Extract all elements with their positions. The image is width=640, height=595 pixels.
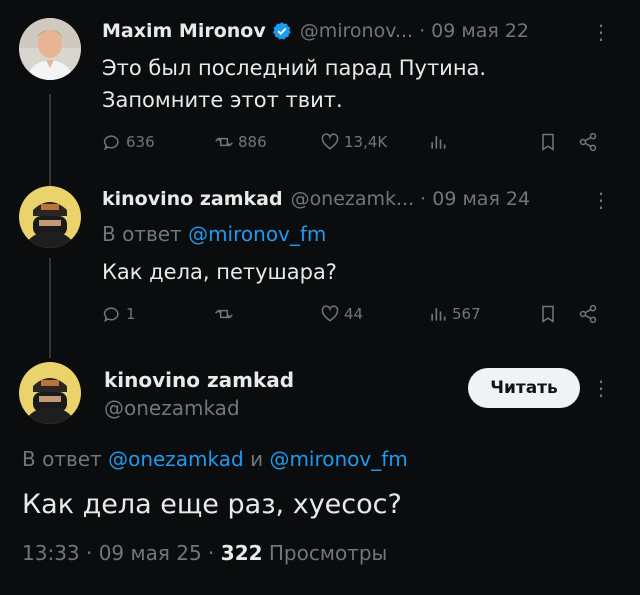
tweet-meta: 13:33 · 09 мая 25 · 322 Просмотры <box>22 541 387 565</box>
read-button[interactable]: Читать <box>468 368 580 408</box>
reply-context: В ответ @onezamkad и @mironov_fm <box>22 447 408 471</box>
views-count: 567 <box>452 305 481 323</box>
retweet-count: 886 <box>238 133 267 151</box>
share-button[interactable] <box>578 132 602 152</box>
avatar[interactable] <box>19 362 81 424</box>
views-count: 322 <box>220 541 263 565</box>
share-button[interactable] <box>578 304 602 324</box>
author-name[interactable]: kinovino zamkad <box>104 368 294 392</box>
reply-prefix: В ответ <box>22 447 102 471</box>
reply-icon <box>103 307 119 323</box>
share-icon <box>579 304 597 324</box>
views-icon <box>431 308 446 321</box>
reply-handle-link[interactable]: @onezamkad <box>108 447 244 471</box>
reply-button[interactable]: 1 <box>102 304 136 324</box>
tweet-text-line: Запомните этот твит. <box>102 88 343 112</box>
like-count: 44 <box>344 305 364 323</box>
tweet-date[interactable]: · 09 мая 24 <box>420 188 530 210</box>
bookmark-button[interactable] <box>538 304 562 324</box>
reply-count: 1 <box>126 305 136 323</box>
reply-handle-link[interactable]: @mironov_fm <box>188 222 326 246</box>
bookmark-button[interactable] <box>538 132 562 152</box>
tweet-text: Это был последний парад Путина. Запомнит… <box>102 52 486 116</box>
like-button[interactable]: 13,4K <box>320 132 387 152</box>
author-handle[interactable]: @onezamk... <box>291 188 415 210</box>
reply-context: В ответ @mironov_fm <box>102 218 326 250</box>
bookmark-icon <box>542 133 554 151</box>
like-count: 13,4K <box>344 133 388 151</box>
tweet[interactable]: Maxim Mironov @mironov... · 09 мая 22 ⋮ … <box>0 18 640 168</box>
author-name[interactable]: Maxim Mironov <box>102 20 266 42</box>
reply-conjunction: и <box>250 447 264 471</box>
author-handle[interactable]: @mironov... <box>300 20 413 42</box>
share-icon <box>579 132 597 152</box>
verified-icon <box>272 22 291 40</box>
reply-button[interactable]: 636 <box>102 132 155 152</box>
reply-count: 636 <box>126 133 155 151</box>
tweet-text-line: Это был последний парад Путина. <box>102 56 487 80</box>
like-icon <box>321 133 339 150</box>
avatar[interactable] <box>19 18 81 80</box>
views-icon <box>431 136 446 149</box>
more-icon[interactable]: ⋮ <box>591 20 611 44</box>
action-bar: 636 886 13,4K <box>102 132 612 158</box>
tweet[interactable]: kinovino zamkad @onezamk... · 09 мая 24 … <box>0 186 640 346</box>
like-button[interactable]: 44 <box>320 304 363 324</box>
views-button[interactable]: 567 <box>428 304 481 324</box>
avatar[interactable] <box>19 186 81 248</box>
tweet-header: Maxim Mironov @mironov... · 09 мая 22 <box>102 20 529 42</box>
retweet-icon <box>215 309 233 319</box>
action-bar: 1 44 567 <box>102 304 612 330</box>
tweet-header: kinovino zamkad @onezamk... · 09 мая 24 <box>102 188 530 210</box>
retweet-button[interactable]: 886 <box>214 132 267 152</box>
retweet-button[interactable] <box>214 304 238 324</box>
tweet-text: Как дела еще раз, хуесос? <box>22 489 402 520</box>
author-name[interactable]: kinovino zamkad <box>102 188 283 210</box>
reply-handle-link[interactable]: @mironov_fm <box>269 447 407 471</box>
tweet-text: Как дела, петушара? <box>102 260 337 284</box>
more-icon[interactable]: ⋮ <box>591 376 611 400</box>
reply-prefix: В ответ <box>102 222 182 246</box>
more-icon[interactable]: ⋮ <box>591 188 611 212</box>
reply-icon <box>103 135 119 151</box>
views-label: Просмотры <box>268 541 388 565</box>
views-button[interactable] <box>428 132 452 152</box>
retweet-icon <box>215 137 233 147</box>
tweet-timestamp[interactable]: 13:33 · 09 мая 25 · <box>22 541 214 565</box>
bookmark-icon <box>542 305 554 323</box>
author-handle[interactable]: @onezamkad <box>104 396 240 420</box>
like-icon <box>321 305 339 322</box>
tweet-date[interactable]: · 09 мая 22 <box>419 20 529 42</box>
